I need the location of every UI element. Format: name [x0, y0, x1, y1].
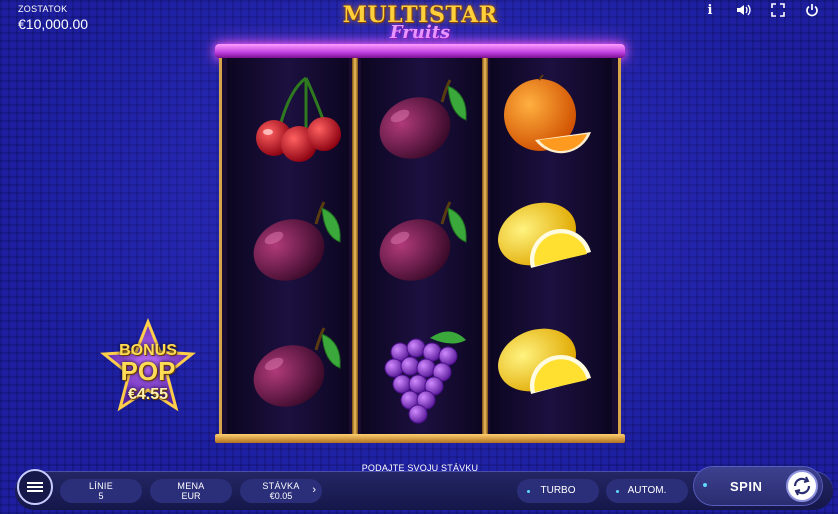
- lemon-icon: [495, 318, 595, 418]
- spin-circle: [786, 470, 818, 502]
- balance-value: €10,000.00: [18, 16, 89, 32]
- bet-button[interactable]: STÁVKA €0.05 ›: [240, 479, 322, 503]
- autoplay-button[interactable]: AUTOM.: [606, 479, 688, 503]
- refresh-icon: [793, 476, 811, 496]
- hamburger-icon: [27, 480, 43, 494]
- info-icon[interactable]: i: [702, 2, 718, 18]
- plum-icon: [244, 318, 344, 418]
- turbo-button[interactable]: TURBO: [517, 479, 599, 503]
- spin-indicator: [703, 483, 707, 487]
- bonus-pop-badge[interactable]: BONUS POP €4.55: [100, 317, 196, 414]
- bet-value: €0.05: [269, 491, 293, 501]
- reels-marquee: [215, 44, 625, 58]
- bonus-subtitle: POP: [120, 356, 176, 386]
- spin-label: SPIN: [730, 479, 763, 494]
- plum-icon: [370, 192, 470, 292]
- reels-base: [215, 434, 625, 443]
- spin-button[interactable]: SPIN: [694, 467, 822, 505]
- power-icon[interactable]: [804, 2, 820, 18]
- sound-icon[interactable]: [736, 2, 752, 18]
- plum-icon: [370, 70, 470, 170]
- grapes-icon: [370, 318, 470, 424]
- top-toolbar: i: [702, 2, 820, 18]
- currency-value: EUR: [181, 491, 201, 501]
- balance-label: ZOSTATOK: [18, 4, 68, 14]
- turbo-indicator: [527, 490, 530, 493]
- game-logo: MULTISTAR Fruits: [330, 2, 510, 50]
- lines-value: 5: [98, 491, 104, 501]
- lines-label: LÍNIE: [88, 481, 113, 491]
- lemon-icon: [495, 192, 595, 292]
- menu-button[interactable]: [17, 469, 53, 505]
- chevron-right-icon: ›: [312, 484, 316, 496]
- currency-button[interactable]: MENA EUR: [150, 479, 232, 503]
- bet-label: STÁVKA: [262, 481, 300, 491]
- orange-icon: [495, 70, 595, 170]
- currency-label: MENA: [177, 481, 205, 491]
- reel-divider: [482, 58, 488, 436]
- lines-button[interactable]: LÍNIE 5: [60, 479, 142, 503]
- plum-icon: [244, 192, 344, 292]
- reel-divider: [352, 58, 358, 436]
- autoplay-indicator: [616, 490, 619, 493]
- cherries-icon: [244, 70, 344, 170]
- bonus-amount: €4.55: [127, 386, 169, 403]
- fullscreen-icon[interactable]: [770, 2, 786, 18]
